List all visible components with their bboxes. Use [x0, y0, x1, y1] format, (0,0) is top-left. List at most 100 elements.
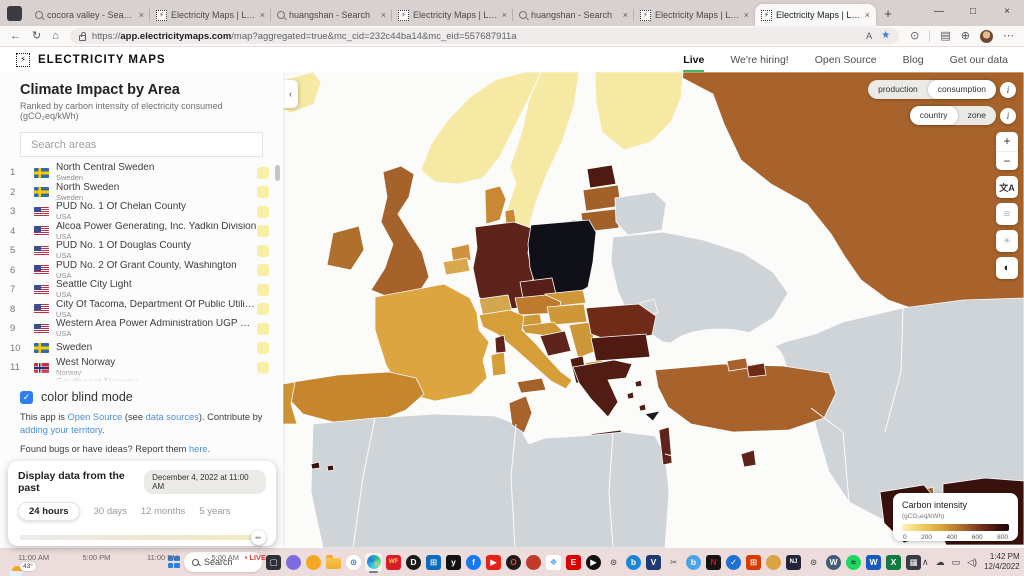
- wells-fargo-icon[interactable]: WF: [385, 553, 402, 572]
- open-source-link[interactable]: Open Source: [68, 412, 123, 422]
- adding-territory-link[interactable]: adding your territory: [20, 425, 102, 435]
- nj-app-icon[interactable]: NJ: [785, 553, 802, 572]
- tab-close-icon[interactable]: ×: [139, 10, 144, 20]
- search-app-icon[interactable]: ⊙: [345, 553, 362, 572]
- scrollbar-thumb[interactable]: [275, 165, 280, 181]
- toggle-country[interactable]: country: [910, 106, 958, 125]
- country-greece[interactable]: [573, 360, 632, 417]
- range-12-months[interactable]: 12 months: [141, 506, 185, 517]
- y-app-icon[interactable]: y: [445, 553, 462, 572]
- toggle-zone[interactable]: zone: [958, 106, 996, 125]
- zoom-in-button[interactable]: +: [996, 132, 1018, 152]
- word-icon[interactable]: W: [865, 553, 882, 572]
- nav-we-re-hiring-[interactable]: We're hiring!: [730, 47, 788, 72]
- toggle-production[interactable]: production: [868, 80, 928, 99]
- country-finland[interactable]: [595, 72, 683, 150]
- country-cyprus[interactable]: [645, 411, 660, 421]
- country-ireland[interactable]: [327, 226, 364, 270]
- nav-live[interactable]: Live: [683, 47, 704, 72]
- photos-icon[interactable]: ❖: [545, 553, 562, 572]
- calculator-icon[interactable]: ▦: [905, 553, 922, 572]
- country-greek_islands[interactable]: [627, 380, 646, 411]
- favorite-star-icon[interactable]: ★: [881, 31, 890, 41]
- ranking-row[interactable]: 7Seattle City LightUSA: [0, 280, 283, 300]
- facebook-icon[interactable]: f: [465, 553, 482, 572]
- sidebar-collapse-button[interactable]: ‹: [283, 80, 298, 108]
- country-turkey[interactable]: [655, 364, 836, 432]
- browser-tab[interactable]: huangshan - Search×: [271, 4, 392, 26]
- country-belgium[interactable]: [443, 258, 470, 275]
- dell-icon[interactable]: D: [405, 553, 422, 572]
- display-icon[interactable]: ▭: [952, 557, 961, 568]
- ranking-row[interactable]: 8City Of Tacoma, Department Of Public Ut…: [0, 300, 283, 320]
- country-spain[interactable]: [288, 372, 424, 422]
- red-app-icon[interactable]: [525, 553, 542, 572]
- checkbox-checked-icon[interactable]: ✓: [20, 391, 33, 404]
- maximize-button[interactable]: □: [956, 0, 990, 24]
- browser-tab[interactable]: cocora valley - Search×: [29, 4, 150, 26]
- tab-close-icon[interactable]: ×: [260, 10, 265, 20]
- europe-choropleth-map[interactable]: [283, 72, 1024, 548]
- minimize-button[interactable]: —: [922, 0, 956, 24]
- file-explorer-icon[interactable]: [325, 553, 342, 572]
- chat-app-icon[interactable]: [285, 553, 302, 572]
- ranking-row[interactable]: 3PUD No. 1 Of Chelan CountyUSA: [0, 202, 283, 222]
- tray-chevron-icon[interactable]: ∧: [922, 557, 929, 568]
- snip-icon[interactable]: ✂: [665, 553, 682, 572]
- read-aloud-icon[interactable]: A: [866, 32, 872, 41]
- country-zone-toggle[interactable]: country zone: [910, 106, 996, 125]
- vs-app-icon[interactable]: V: [645, 553, 662, 572]
- espn-icon[interactable]: E: [565, 553, 582, 572]
- country-saudi[interactable]: [671, 460, 823, 548]
- address-bar[interactable]: https://app.electricitymaps.com/map?aggr…: [70, 28, 899, 44]
- edge-icon[interactable]: [365, 553, 382, 572]
- country-azerbaijan[interactable]: [747, 363, 766, 377]
- tab-close-icon[interactable]: ×: [744, 10, 749, 20]
- ranking-row[interactable]: 10Sweden: [0, 339, 283, 359]
- store-icon[interactable]: ⊞: [425, 553, 442, 572]
- more-menu-icon[interactable]: ⋯: [1003, 31, 1014, 42]
- clock[interactable]: 1:42 PM 12/4/2022: [984, 552, 1020, 572]
- truekey-icon[interactable]: ✓: [725, 553, 742, 572]
- country-sardinia[interactable]: [491, 352, 506, 376]
- dark-mode-button[interactable]: ◐: [996, 257, 1018, 279]
- slider-handle[interactable]: ◂▸: [251, 530, 266, 545]
- search-tool2-icon[interactable]: ⊙: [805, 553, 822, 572]
- country-kuwait[interactable]: [741, 450, 756, 467]
- tab-close-icon[interactable]: ×: [623, 10, 628, 20]
- info-icon[interactable]: i: [1000, 108, 1016, 124]
- wind-layer-button[interactable]: ≋: [996, 203, 1018, 225]
- wordpress-icon[interactable]: W: [825, 553, 842, 572]
- country-uk[interactable]: [371, 166, 429, 298]
- window-menu-icon[interactable]: [7, 6, 22, 21]
- home-icon[interactable]: ⌂: [52, 31, 59, 42]
- browser-tab[interactable]: ⚡Electricity Maps | Live 24/7 CO₂×: [634, 4, 755, 26]
- map-area[interactable]: ‹ production consumption i country zone …: [283, 72, 1024, 548]
- web-capture-icon[interactable]: ⊕: [961, 31, 970, 42]
- opera-icon[interactable]: O: [505, 553, 522, 572]
- ranking-row[interactable]: 6PUD No. 2 Of Grant County, WashingtonUS…: [0, 261, 283, 281]
- onedrive-cloud-icon[interactable]: ☁: [936, 557, 945, 568]
- browser-tab[interactable]: huangshan - Search×: [513, 4, 634, 26]
- nav-blog[interactable]: Blog: [903, 47, 924, 72]
- tab-close-icon[interactable]: ×: [381, 10, 386, 20]
- browser-tab[interactable]: ⚡Electricity Maps | Live 24/7 CO₂×: [392, 4, 513, 26]
- toggle-consumption[interactable]: consumption: [928, 80, 996, 99]
- collections-icon[interactable]: ▤: [940, 31, 950, 42]
- country-sicily[interactable]: [517, 378, 546, 393]
- date-badge[interactable]: December 4, 2022 at 11:00 AM: [144, 470, 266, 494]
- new-tab-button[interactable]: +: [876, 6, 900, 21]
- language-button[interactable]: 文A: [996, 176, 1018, 198]
- nav-get-our-data[interactable]: Get our data: [950, 47, 1008, 72]
- search-tool-icon[interactable]: ⊙: [605, 553, 622, 572]
- tab-close-icon[interactable]: ×: [502, 10, 507, 20]
- country-bosnia[interactable]: [540, 331, 571, 356]
- bing-icon[interactable]: b: [625, 553, 642, 572]
- shopping-icon[interactable]: ⊙: [910, 31, 919, 42]
- media-play-icon[interactable]: ▶: [585, 553, 602, 572]
- range-5-years[interactable]: 5 years: [199, 506, 230, 517]
- weather-app-icon[interactable]: [305, 553, 322, 572]
- country-north_africa[interactable]: [311, 414, 669, 548]
- range-30-days[interactable]: 30 days: [94, 506, 127, 517]
- data-sources-link[interactable]: data sources: [146, 412, 199, 422]
